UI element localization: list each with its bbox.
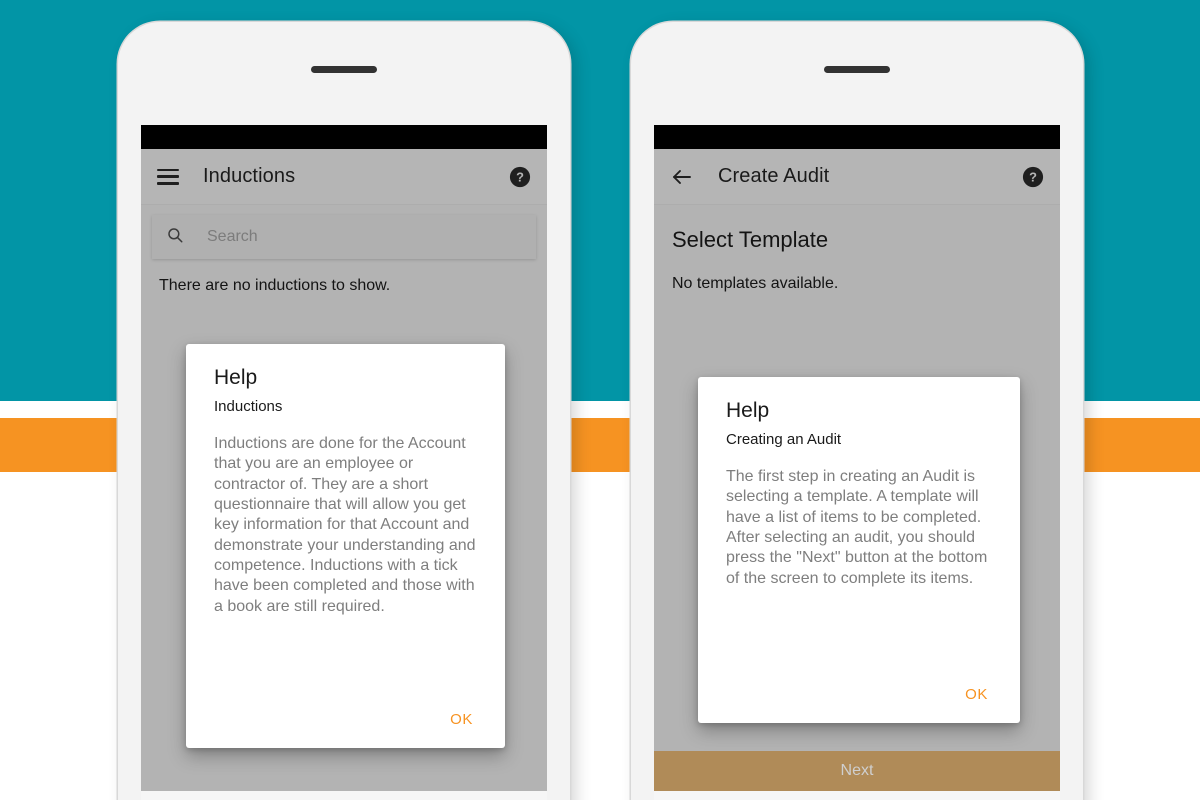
phone-screen-inductions: Inductions ? Search There are no inducti… (141, 125, 547, 800)
phone-speaker-grille (311, 66, 377, 73)
phone-mockup-create-audit: Create Audit ? Select Template No templa… (631, 22, 1083, 800)
dialog-ok-button[interactable]: OK (446, 707, 477, 732)
search-icon (166, 226, 184, 249)
app-bar: Create Audit ? (654, 149, 1060, 205)
status-bar (141, 125, 547, 149)
search-input[interactable]: Search (152, 215, 536, 259)
svg-text:?: ? (1029, 169, 1037, 184)
svg-text:?: ? (516, 169, 524, 184)
search-container: Search (141, 205, 547, 259)
screen-content: Select Template No templates available. (654, 205, 1060, 293)
dialog-body-text: Inductions are done for the Account that… (214, 435, 476, 615)
help-icon[interactable]: ? (1022, 166, 1044, 188)
page-title: Inductions (203, 165, 296, 187)
section-title: Select Template (672, 227, 829, 252)
empty-state-message: There are no inductions to show. (159, 277, 391, 294)
next-button[interactable]: Next (654, 751, 1060, 791)
page-title: Create Audit (718, 165, 830, 187)
app-bar: Inductions ? (141, 149, 547, 205)
search-placeholder: Search (207, 228, 258, 245)
dialog-subtitle: Inductions (214, 398, 283, 416)
dialog-subtitle: Creating an Audit (726, 431, 842, 449)
section-empty-message: No templates available. (672, 275, 839, 292)
app-bar-actions: ? (1022, 166, 1044, 188)
dialog-ok-button[interactable]: OK (961, 682, 992, 707)
phone-screen-create-audit: Create Audit ? Select Template No templa… (654, 125, 1060, 800)
help-dialog-inductions: Help Inductions Inductions are done for … (186, 344, 505, 748)
phone-mockup-inductions: Inductions ? Search There are no inducti… (118, 22, 570, 800)
android-navigation-bar (141, 791, 547, 800)
hamburger-menu-icon[interactable] (157, 168, 179, 185)
android-navigation-bar (654, 791, 1060, 800)
dialog-actions: OK (214, 699, 477, 732)
help-dialog-create-audit: Help Creating an Audit The first step in… (698, 377, 1020, 723)
app-bar-actions: ? (509, 166, 531, 188)
back-arrow-icon[interactable] (670, 165, 694, 189)
help-icon[interactable]: ? (509, 166, 531, 188)
dialog-actions: OK (726, 674, 992, 707)
dialog-title: Help (726, 399, 770, 422)
screen-content: Search There are no inductions to show. (141, 205, 547, 295)
dialog-title: Help (214, 366, 258, 389)
screenshot-stage: Inductions ? Search There are no inducti… (0, 0, 1200, 800)
dialog-body-text: The first step in creating an Audit is s… (726, 468, 988, 587)
status-bar (654, 125, 1060, 149)
phone-speaker-grille (824, 66, 890, 73)
